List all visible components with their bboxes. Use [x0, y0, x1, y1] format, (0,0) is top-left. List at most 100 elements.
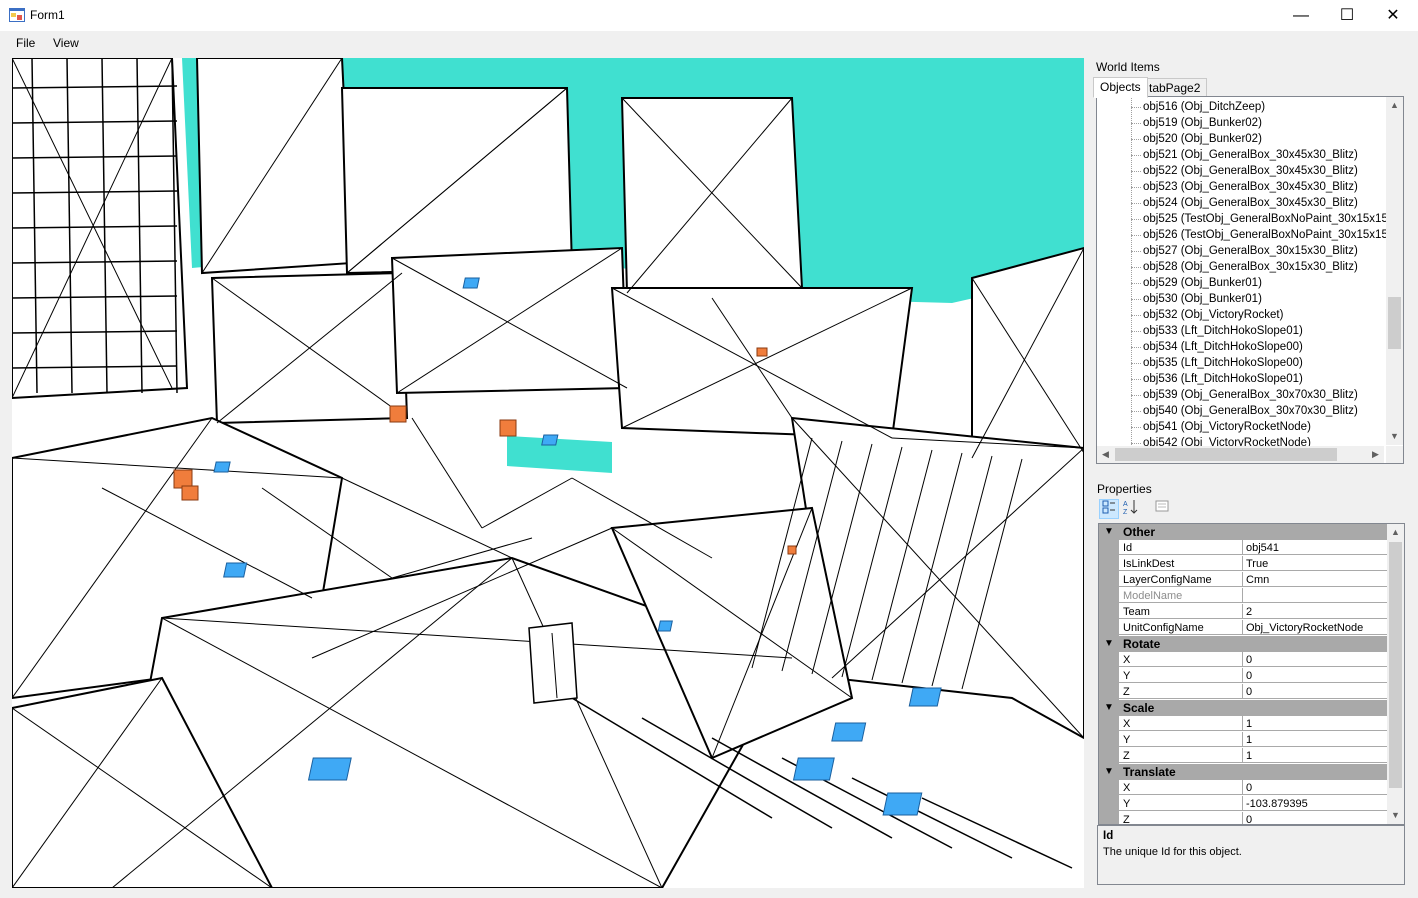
scroll-up-icon[interactable]: ▲: [1386, 97, 1403, 114]
property-pages-icon[interactable]: [1152, 499, 1172, 519]
tree-item[interactable]: obj540 (Obj_GeneralBox_30x70x30_Blitz): [1131, 403, 1358, 419]
property-name: X: [1119, 652, 1243, 667]
minimize-button[interactable]: —: [1278, 0, 1324, 31]
scroll-down-icon[interactable]: ▼: [1387, 807, 1404, 824]
title-bar: Form1 — ☐ ✕: [0, 0, 1418, 31]
property-row[interactable]: ModelName: [1099, 588, 1387, 604]
tree-item[interactable]: obj541 (Obj_VictoryRocketNode): [1131, 419, 1311, 435]
scroll-thumb-horizontal[interactable]: [1115, 448, 1337, 461]
maximize-button[interactable]: ☐: [1324, 0, 1370, 31]
collapse-icon[interactable]: ▼: [1104, 636, 1114, 652]
property-value[interactable]: 0: [1243, 812, 1387, 824]
tree-item[interactable]: obj532 (Obj_VictoryRocket): [1131, 307, 1283, 323]
property-grid[interactable]: ▼ Other Id obj541 IsLinkDest True LayerConfigN…: [1098, 523, 1405, 825]
tree-item[interactable]: obj522 (Obj_GeneralBox_30x45x30_Blitz): [1131, 163, 1358, 179]
tree-item[interactable]: obj519 (Obj_Bunker02): [1131, 115, 1262, 131]
category-name: Scale: [1123, 701, 1155, 715]
grid-vertical-scrollbar[interactable]: ▲ ▼: [1387, 524, 1404, 824]
menu-file[interactable]: File: [16, 36, 35, 50]
property-value[interactable]: 2: [1243, 604, 1387, 619]
scroll-thumb[interactable]: [1389, 542, 1402, 788]
tree-item[interactable]: obj530 (Obj_Bunker01): [1131, 291, 1262, 307]
menu-view[interactable]: View: [53, 36, 79, 50]
tree-item[interactable]: obj524 (Obj_GeneralBox_30x45x30_Blitz): [1131, 195, 1358, 211]
property-row[interactable]: Y0: [1099, 668, 1387, 684]
tree-item[interactable]: obj525 (TestObj_GeneralBoxNoPaint_30x15x…: [1131, 211, 1403, 227]
property-name: Id: [1119, 540, 1243, 555]
property-row[interactable]: IsLinkDest True: [1099, 556, 1387, 572]
property-value[interactable]: 1: [1243, 748, 1387, 763]
tree-item[interactable]: obj523 (Obj_GeneralBox_30x45x30_Blitz): [1131, 179, 1358, 195]
tab-objects[interactable]: Objects: [1093, 77, 1148, 98]
property-category[interactable]: ▼ Rotate: [1099, 636, 1387, 652]
property-row[interactable]: LayerConfigName Cmn: [1099, 572, 1387, 588]
property-row[interactable]: Z0: [1099, 684, 1387, 700]
tree-item[interactable]: obj539 (Obj_GeneralBox_30x70x30_Blitz): [1131, 387, 1358, 403]
tree-item[interactable]: obj521 (Obj_GeneralBox_30x45x30_Blitz): [1131, 147, 1358, 163]
tree-item-label: obj527 (Obj_GeneralBox_30x15x30_Blitz): [1143, 245, 1358, 257]
property-row[interactable]: Z0: [1099, 812, 1387, 824]
property-row[interactable]: UnitConfigName Obj_VictoryRocketNode: [1099, 620, 1387, 636]
scroll-right-icon[interactable]: ▶: [1367, 446, 1384, 463]
property-category[interactable]: ▼ Other: [1099, 524, 1387, 540]
property-row[interactable]: X0: [1099, 652, 1387, 668]
tree-connector: [1131, 155, 1141, 156]
tree-item-label: obj524 (Obj_GeneralBox_30x45x30_Blitz): [1143, 197, 1358, 209]
property-value[interactable]: obj541: [1243, 540, 1387, 555]
property-value[interactable]: 0: [1243, 652, 1387, 667]
tree-item[interactable]: obj526 (TestObj_GeneralBoxNoPaint_30x15x…: [1131, 227, 1403, 243]
tree-connector: [1131, 443, 1141, 444]
alphabetical-icon[interactable]: AZ: [1120, 499, 1140, 519]
objects-tree[interactable]: obj516 (Obj_DitchZeep) obj519 (Obj_Bunker…: [1096, 96, 1404, 464]
scroll-down-icon[interactable]: ▼: [1386, 428, 1403, 445]
tree-item[interactable]: obj535 (Lft_DitchHokoSlope00): [1131, 355, 1303, 371]
tree-horizontal-scrollbar[interactable]: ◀ ▶: [1097, 446, 1384, 463]
tree-item[interactable]: obj533 (Lft_DitchHokoSlope01): [1131, 323, 1303, 339]
property-category[interactable]: ▼ Translate: [1099, 764, 1387, 780]
property-row[interactable]: Id obj541: [1099, 540, 1387, 556]
collapse-icon[interactable]: ▼: [1104, 524, 1114, 540]
tree-item[interactable]: obj527 (Obj_GeneralBox_30x15x30_Blitz): [1131, 243, 1358, 259]
tree-connector: [1131, 267, 1141, 268]
tree-item[interactable]: obj529 (Obj_Bunker01): [1131, 275, 1262, 291]
collapse-icon[interactable]: ▼: [1104, 764, 1114, 780]
property-value[interactable]: -103.879395: [1243, 796, 1387, 811]
property-value[interactable]: 0: [1243, 668, 1387, 683]
property-value[interactable]: 0: [1243, 780, 1387, 795]
scroll-up-icon[interactable]: ▲: [1387, 524, 1404, 541]
property-row[interactable]: Team 2: [1099, 604, 1387, 620]
property-row[interactable]: Y -103.879395: [1099, 796, 1387, 812]
tree-item[interactable]: obj536 (Lft_DitchHokoSlope01): [1131, 371, 1303, 387]
tree-item[interactable]: obj534 (Lft_DitchHokoSlope00): [1131, 339, 1303, 355]
property-value[interactable]: Cmn: [1243, 572, 1387, 587]
property-row[interactable]: X1: [1099, 716, 1387, 732]
property-value[interactable]: 0: [1243, 684, 1387, 699]
category-name: Translate: [1123, 765, 1176, 779]
scroll-left-icon[interactable]: ◀: [1097, 446, 1114, 463]
tree-item[interactable]: obj528 (Obj_GeneralBox_30x15x30_Blitz): [1131, 259, 1358, 275]
property-row[interactable]: Y1: [1099, 732, 1387, 748]
property-row[interactable]: X0: [1099, 780, 1387, 796]
wireframe-scene[interactable]: [12, 58, 1084, 888]
tree-connector: [1131, 347, 1141, 348]
property-value[interactable]: 1: [1243, 732, 1387, 747]
property-value[interactable]: True: [1243, 556, 1387, 571]
tree-vertical-scrollbar[interactable]: ▲ ▼: [1386, 97, 1403, 445]
property-name: Z: [1119, 812, 1243, 824]
tree-connector: [1131, 123, 1141, 124]
collapse-icon[interactable]: ▼: [1104, 700, 1114, 716]
categorized-icon[interactable]: [1099, 499, 1119, 519]
row-margin: [1099, 540, 1119, 556]
tree-item[interactable]: obj520 (Obj_Bunker02): [1131, 131, 1262, 147]
property-row[interactable]: Z1: [1099, 748, 1387, 764]
close-button[interactable]: ✕: [1370, 0, 1416, 31]
tree-connector: [1131, 203, 1141, 204]
scroll-thumb[interactable]: [1388, 297, 1401, 349]
property-category[interactable]: ▼ Scale: [1099, 700, 1387, 716]
tree-item[interactable]: obj516 (Obj_DitchZeep): [1131, 99, 1265, 115]
property-value[interactable]: 1: [1243, 716, 1387, 731]
3d-viewport[interactable]: [12, 58, 1084, 888]
property-value[interactable]: [1243, 588, 1387, 603]
tree-item-label: obj520 (Obj_Bunker02): [1143, 133, 1262, 145]
property-value[interactable]: Obj_VictoryRocketNode: [1243, 620, 1387, 635]
